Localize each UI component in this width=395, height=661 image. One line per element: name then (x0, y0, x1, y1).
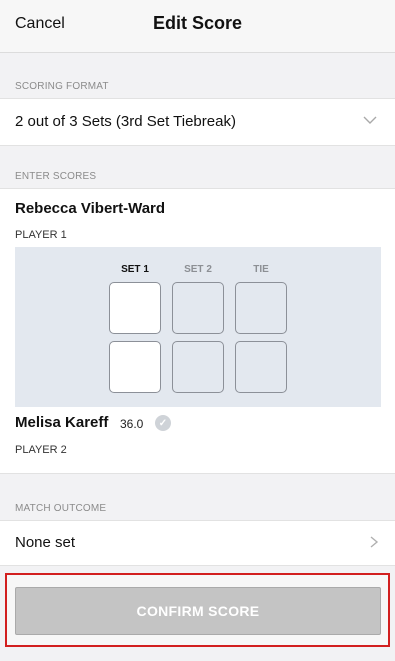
player2-label: PLAYER 2 (15, 444, 67, 456)
column-header-set2: SET 2 (184, 264, 212, 275)
enter-scores-label: ENTER SCORES (15, 171, 97, 182)
score-input-p1-set2[interactable] (172, 282, 224, 334)
confirm-score-button[interactable]: CONFIRM SCORE (15, 587, 381, 635)
match-outcome-value: None set (15, 534, 76, 551)
match-outcome-label: MATCH OUTCOME (15, 503, 107, 514)
player1-name: Rebecca Vibert-Ward (15, 200, 166, 217)
player2-rating: 36.0 (120, 417, 144, 431)
chevron-right-icon (368, 535, 380, 549)
column-header-set1: SET 1 (121, 264, 149, 275)
confirm-score-label: CONFIRM SCORE (136, 603, 260, 619)
player2-name: Melisa Kareff (15, 414, 109, 431)
verified-badge-icon: ✓ (155, 415, 171, 431)
score-input-p1-tie[interactable] (235, 282, 287, 334)
column-header-tie: TIE (253, 264, 269, 275)
scoring-format-label: SCORING FORMAT (15, 81, 109, 92)
scoring-format-value: 2 out of 3 Sets (3rd Set Tiebreak) (15, 113, 236, 130)
score-input-p1-set1[interactable] (109, 282, 161, 334)
player1-label: PLAYER 1 (15, 229, 67, 241)
score-input-p2-set2[interactable] (172, 341, 224, 393)
score-input-p2-tie[interactable] (235, 341, 287, 393)
page-title: Edit Score (152, 13, 243, 33)
score-input-p2-set1[interactable] (109, 341, 161, 393)
chevron-down-icon (362, 112, 378, 128)
